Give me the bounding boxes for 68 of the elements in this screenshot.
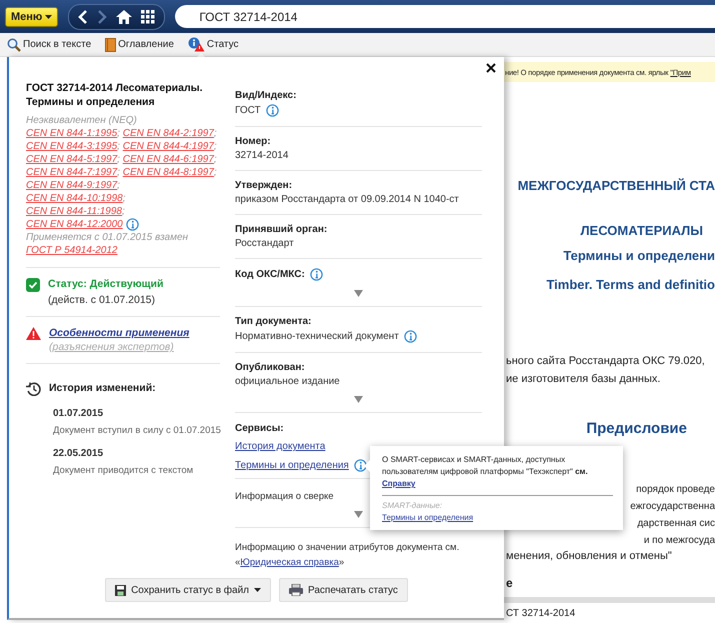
attribute-label: Вид/Индекс:: [235, 90, 296, 101]
standard-link[interactable]: CEN EN 844-10:1998: [26, 193, 123, 204]
standard-link[interactable]: CEN EN 844-2:1997: [122, 128, 214, 139]
status-date: (действ. с 01.07.2015): [48, 294, 156, 306]
standard-link[interactable]: CEN EN 844-9:1997: [26, 180, 118, 191]
standard-link[interactable]: CEN EN 844-8:1997: [122, 167, 214, 178]
history-text: Документ вступил в силу с 01.07.2015: [53, 425, 220, 436]
terms-link[interactable]: Термины и определения: [382, 513, 474, 522]
status-label: Статус: Действующий: [48, 278, 164, 290]
services-title: Сервисы:: [235, 423, 285, 434]
attribute-value: официальное издание: [235, 376, 340, 387]
standard-link[interactable]: CEN EN 844-12:2000: [26, 219, 123, 230]
standard-link[interactable]: CEN EN 844-4:1997: [122, 141, 214, 152]
document-heading: ЛЕСОМАТЕРИАЛЫ: [579, 223, 704, 238]
service-link[interactable]: История документа: [235, 441, 326, 452]
standard-link[interactable]: CEN EN 844-5:1997: [26, 154, 118, 165]
document-text: ие изготовителя базы данных.: [506, 372, 662, 387]
document-text: порядок проведе: [635, 483, 715, 497]
attribute-value: приказом Росстандарта от 09.09.2014 N 1040-ст: [235, 194, 459, 205]
legal-link[interactable]: Юридическая справка: [240, 557, 339, 568]
attribute-value: Росстандарт: [235, 238, 294, 249]
history-date: 22.05.2015: [53, 448, 104, 460]
service-link[interactable]: Термины и определения: [235, 460, 349, 471]
attribute-value: 32714-2014: [235, 150, 288, 161]
equivalence-text: Неэквивалентен (NEQ) CEN EN 844-1:1995; CEN EN 844-2:1997; CEN EN 844-3:1995; CEN EN 844-4:1997; CEN EN 844-5:1997; CEN EN 844-6:1997; CEN EN 844-7:1997; CEN EN 844-8:1997; CEN EN 844-9:1997; CEN EN 844-10:1998; CEN EN 844-11:1998; CEN EN 844-12:2000 Применяется с 01.07.2015 взамен ГОСТ Р 54914-2012: [26, 114, 218, 258]
toolbar-tab[interactable]: Оглавление: [105, 34, 174, 56]
reconciliation-label: Информация о сверке: [235, 491, 334, 502]
history-text: Документ приводится с текстом: [53, 465, 194, 476]
attribute-label: Принявший орган:: [235, 224, 328, 235]
section-label: SMART-данные:: [382, 501, 444, 510]
attribute-value: ГОСТ: [235, 105, 261, 116]
standard-link[interactable]: CEN EN 844-7:1997: [26, 167, 118, 178]
search-field[interactable]: ГОСТ 32714-2014: [175, 5, 715, 28]
action-button[interactable]: Распечатать статус: [279, 578, 408, 602]
attribute-value: Нормативно-технический документ: [235, 331, 399, 342]
features-link[interactable]: Особенности применения: [49, 327, 190, 340]
action-button[interactable]: Сохранить статус в файл: [105, 578, 272, 602]
menu-button[interactable]: Меню: [5, 6, 58, 26]
document-heading: Термины и определени: [562, 248, 715, 263]
toolbar-tab[interactable]: Поиск в тексте: [7, 34, 92, 56]
standard-link[interactable]: CEN EN 844-1:1995: [26, 128, 118, 139]
document-heading: е: [505, 576, 514, 590]
tooltip-text: О SMART-сервисах и SMART-данных, доступных пользователям цифровой платформы "Техэксперт" см. Справку: [382, 454, 589, 490]
experts-note: (разъяснения экспертов): [49, 341, 175, 354]
document-text: ьного сайта Росстандарта ОКС 79.020,: [506, 354, 706, 369]
document-heading: МЕЖГОСУДАРСТВЕННЫЙ СТА: [516, 178, 715, 193]
document-title: ГОСТ 32714-2014 Лесоматериалы. Термины и определения: [26, 81, 204, 109]
document-footer: СТ 32714-2014: [504, 597, 715, 623]
document-text: менения, обновления и отмены": [505, 550, 673, 562]
attribute-label: Тип документа:: [235, 316, 312, 327]
standard-link[interactable]: CEN EN 844-11:1998: [26, 206, 122, 217]
toolbar-tab[interactable]: Статус: [188, 34, 239, 56]
help-link[interactable]: Справку: [382, 479, 416, 488]
history-date: 01.07.2015: [53, 408, 104, 420]
standard-link[interactable]: CEN EN 844-6:1997: [122, 154, 214, 165]
legal-note: Информацию о значении атрибутов документа см. «Юридическая справка»: [235, 541, 460, 570]
document-text: и по межгосуда: [642, 534, 715, 548]
attribute-label: Утвержден:: [235, 180, 292, 191]
attribute-label: Код ОКС/МКС:: [235, 269, 305, 280]
history-title: История изменений:: [49, 382, 156, 394]
document-text: ежгосударственна: [629, 500, 715, 514]
attribute-label: Опубликован:: [235, 362, 305, 373]
standard-link[interactable]: ГОСТ Р 54914-2012: [26, 245, 118, 256]
standard-link[interactable]: CEN EN 844-3:1995: [26, 141, 118, 152]
document-text: дарственная сис: [636, 517, 715, 531]
attribute-label: Номер:: [235, 136, 271, 147]
section-heading: Предисловие: [585, 420, 688, 437]
document-heading: Timber. Terms and definitio: [545, 277, 715, 292]
